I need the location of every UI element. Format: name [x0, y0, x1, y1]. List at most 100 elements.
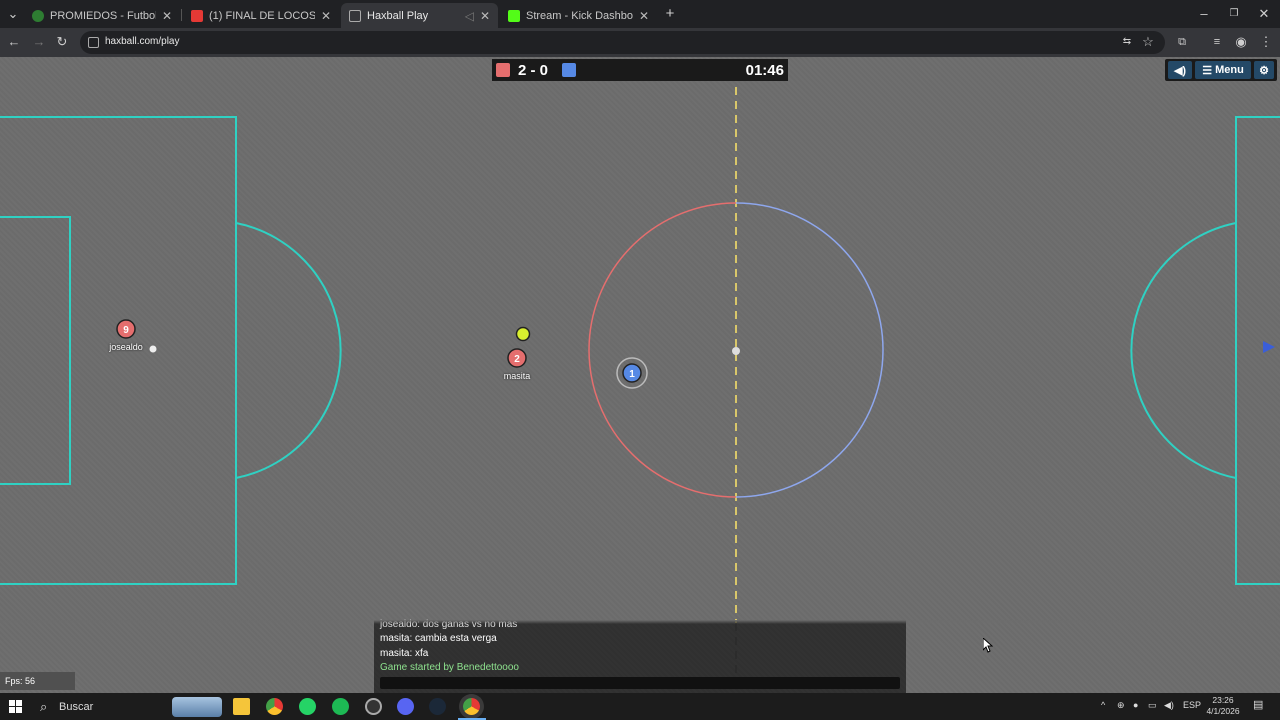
extensions-icon[interactable]: ⧉ — [1174, 34, 1190, 50]
tray-overflow-icon[interactable]: ^ — [1101, 700, 1105, 710]
browser-menu-icon[interactable]: ⋮ — [1258, 34, 1274, 50]
menu-button[interactable]: ☰ Menu — [1195, 61, 1251, 79]
player-name-label: masita — [503, 371, 531, 381]
steam-icon[interactable] — [429, 698, 446, 715]
windows-start-icon[interactable] — [9, 700, 22, 713]
menu-hamburger-icon: ☰ — [1202, 64, 1213, 77]
right-penalty-area — [1235, 116, 1280, 585]
search-highlight-image — [172, 697, 222, 717]
center-circle-red-half — [588, 202, 737, 498]
spotify-icon[interactable] — [332, 698, 349, 715]
haxball-game-canvas[interactable]: 9 2 1 josealdo masita 2 - 0 01:46 ◀) ☰ M… — [0, 57, 1280, 693]
chat-fade — [0, 620, 1280, 624]
menu-button-label: Menu — [1215, 64, 1244, 76]
taskbar-search[interactable]: ⌕ Buscar — [36, 697, 224, 717]
player-blue-1: 1 — [616, 357, 648, 389]
profile-avatar-icon[interactable]: ◉ — [1233, 34, 1249, 50]
player-number: 1 — [629, 369, 635, 380]
browser-toolbar: ← → ↻ haxball.com/play ⇆ ☆ ⧉ ≡ ◉ ⋮ — [0, 28, 1280, 57]
player-number: 2 — [514, 354, 520, 365]
blue-team-badge — [562, 63, 576, 77]
file-explorer-icon[interactable] — [233, 698, 250, 715]
close-tab-icon[interactable]: ✕ — [162, 9, 172, 23]
player-red-9: 9 — [116, 319, 136, 339]
network-icon[interactable]: ▭ — [1148, 700, 1157, 711]
chat-message: masita: cambia esta verga — [380, 633, 497, 644]
language-indicator[interactable]: ESP — [1183, 700, 1201, 710]
tab-search-button[interactable]: ⌄ — [5, 6, 21, 22]
close-tab-icon[interactable]: ✕ — [480, 9, 490, 23]
clock-time: 23:26 — [1212, 695, 1234, 705]
tab-title: (1) FINAL DE LOCOS, RÁFAGA D — [209, 9, 315, 22]
translate-icon[interactable]: ⇆ — [1119, 34, 1135, 50]
soccer-pitch: 9 2 1 — [0, 87, 1280, 693]
chrome-active-icon[interactable] — [463, 698, 480, 715]
forward-icon[interactable]: → — [31, 34, 47, 50]
reload-icon[interactable]: ↻ — [54, 34, 70, 50]
tab-kick[interactable]: Stream - Kick Dashboard ✕ — [500, 3, 657, 28]
game-controls: ◀) ☰ Menu ⚙ — [1165, 59, 1277, 81]
taskbar-clock[interactable]: 23:26 4/1/2026 — [1203, 695, 1243, 717]
right-penalty-arc — [1130, 222, 1237, 479]
match-timer: 01:46 — [745, 62, 784, 79]
red-team-badge — [496, 63, 510, 77]
player-number: 9 — [123, 325, 129, 336]
site-info-icon[interactable] — [88, 37, 99, 48]
player-indicator-dot — [149, 345, 157, 353]
notifications-icon[interactable]: ▤ — [1253, 698, 1263, 711]
back-icon[interactable]: ← — [6, 34, 22, 50]
settings-gear-icon[interactable]: ⚙ — [1254, 61, 1274, 79]
haxball-favicon-icon — [349, 9, 361, 22]
chrome-icon[interactable] — [266, 698, 283, 715]
promiedos-favicon-icon — [32, 9, 44, 22]
mute-tab-icon[interactable]: ◁ — [465, 9, 474, 23]
player-red-2: 2 — [507, 348, 527, 368]
clock-date: 4/1/2026 — [1206, 706, 1240, 716]
tab-haxball[interactable]: Haxball Play ◁ ✕ — [341, 3, 498, 28]
fps-counter: Fps: 56 — [0, 672, 75, 690]
tab-promiedos[interactable]: PROMIEDOS - Futbol Argentino ✕ — [24, 3, 180, 28]
close-tab-icon[interactable]: ✕ — [639, 9, 649, 23]
close-window-icon[interactable]: ✕ — [1256, 6, 1272, 22]
ball — [515, 326, 531, 342]
center-spot — [732, 347, 740, 355]
media-control-icon[interactable]: ≡ — [1209, 34, 1225, 50]
tab-youtube[interactable]: (1) FINAL DE LOCOS, RÁFAGA D ✕ — [183, 3, 339, 28]
url-text: haxball.com/play — [105, 36, 180, 47]
new-tab-icon[interactable]: + — [662, 6, 678, 22]
chat-message: masita: xfa — [380, 648, 429, 659]
score-text: 2 - 0 — [518, 62, 549, 79]
browser-tab-bar: ⌄ PROMIEDOS - Futbol Argentino ✕ (1) FIN… — [0, 0, 1280, 28]
player-name-label: josealdo — [109, 342, 143, 352]
close-tab-icon[interactable]: ✕ — [321, 9, 331, 23]
chat-input[interactable] — [380, 677, 900, 689]
tray-app-icon[interactable]: ⊕ — [1117, 700, 1125, 711]
tab-divider — [181, 9, 182, 21]
tab-title: Haxball Play — [367, 9, 429, 22]
kick-favicon-icon — [508, 9, 520, 22]
tab-title: Stream - Kick Dashboard — [526, 9, 633, 22]
youtube-favicon-icon — [191, 9, 203, 22]
tab-title: PROMIEDOS - Futbol Argentino — [50, 9, 156, 22]
chat-panel: josealdo: dos ganas vs no mas masita: ca… — [374, 619, 906, 693]
offscreen-player-arrow-icon — [1263, 341, 1275, 353]
whatsapp-icon[interactable] — [299, 698, 316, 715]
left-penalty-arc — [235, 222, 342, 479]
search-icon: ⌕ — [40, 699, 48, 714]
center-circle-blue-half — [735, 202, 884, 498]
restore-window-icon[interactable]: ❐ — [1226, 6, 1242, 22]
windows-taskbar: ⌕ Buscar ^ ⊕ ● ▭ ◀) ESP 23:26 4/1/2026 ▤ — [0, 693, 1280, 720]
search-label: Buscar — [59, 701, 94, 713]
mouse-cursor-icon — [983, 638, 993, 653]
address-bar[interactable]: haxball.com/play — [80, 31, 1165, 54]
bookmark-star-icon[interactable]: ☆ — [1140, 34, 1156, 50]
volume-icon[interactable]: ◀) — [1164, 700, 1174, 711]
microphone-icon[interactable]: ● — [1133, 700, 1138, 710]
sound-toggle-icon[interactable]: ◀) — [1168, 61, 1192, 79]
discord-icon[interactable] — [397, 698, 414, 715]
chat-system-message: Game started by Benedettoooo — [380, 662, 519, 673]
app-icon[interactable] — [365, 698, 382, 715]
scoreboard: 2 - 0 01:46 — [492, 59, 788, 81]
minimize-window-icon[interactable]: – — [1196, 6, 1212, 22]
left-goal-area — [0, 216, 71, 485]
